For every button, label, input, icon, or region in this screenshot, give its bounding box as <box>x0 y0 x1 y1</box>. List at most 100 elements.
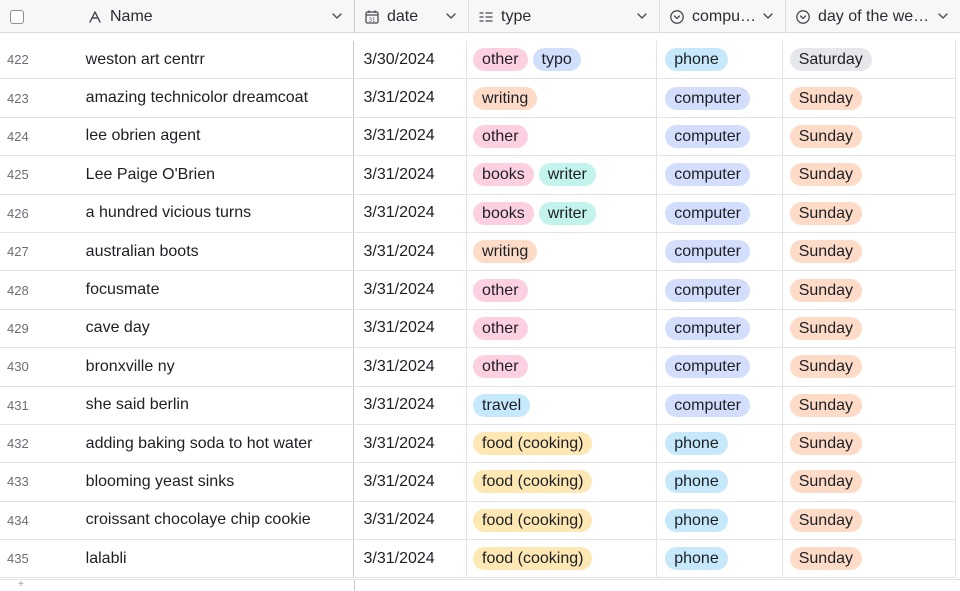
day-cell[interactable]: Saturday <box>783 41 956 79</box>
table-row[interactable]: 426 a hundred vicious turns 3/31/2024 books… <box>0 194 956 233</box>
computer-cell[interactable]: phone <box>657 424 783 463</box>
computer-cell[interactable]: computer <box>657 271 783 309</box>
table-row[interactable]: 427 australian boots 3/31/2024 writing compu… <box>0 232 956 272</box>
day-cell[interactable]: Sunday <box>783 463 956 501</box>
computer-cell[interactable]: phone <box>657 463 783 501</box>
date-cell[interactable]: 3/31/2024 <box>354 386 468 424</box>
computer-cell[interactable]: computer <box>657 194 783 232</box>
type-cell[interactable]: writing <box>467 232 658 271</box>
name-cell[interactable]: weston art centrr <box>80 41 354 79</box>
date-cell[interactable]: 3/31/2024 <box>354 117 468 156</box>
date-cell[interactable]: 3/31/2024 <box>354 424 468 463</box>
table-row[interactable]: 433 blooming yeast sinks 3/31/2024 food (co… <box>0 463 956 502</box>
day-cell[interactable]: Sunday <box>783 540 956 578</box>
table-row[interactable]: 429 cave day 3/31/2024 other computer Sunday <box>0 309 956 349</box>
name-cell[interactable]: croissant chocolaye chip cookie <box>80 501 354 540</box>
chevron-down-icon[interactable] <box>330 9 344 28</box>
computer-cell[interactable]: phone <box>657 540 783 578</box>
computer-tag: computer <box>665 240 750 264</box>
table-row[interactable]: 423 amazing technicolor dreamcoat 3/31/202… <box>0 79 956 118</box>
type-cell[interactable]: other <box>467 117 658 156</box>
table-row[interactable]: 432 adding baking soda to hot water 3/31/2… <box>0 424 956 464</box>
type-cell[interactable]: books writer <box>467 156 658 194</box>
chevron-down-icon[interactable] <box>936 9 950 28</box>
date-cell[interactable]: 3/31/2024 <box>354 194 468 232</box>
day-cell[interactable]: Sunday <box>783 386 956 424</box>
name-cell[interactable]: australian boots <box>80 232 354 271</box>
date-cell[interactable]: 3/31/2024 <box>354 463 468 501</box>
name-cell[interactable]: Lee Paige O'Brien <box>80 156 354 194</box>
column-header-date[interactable]: 31 date <box>355 0 469 33</box>
day-cell[interactable]: Sunday <box>783 232 956 271</box>
date-cell[interactable]: 3/31/2024 <box>354 309 468 348</box>
day-cell[interactable]: Sunday <box>783 348 956 386</box>
table-row[interactable]: 428 focusmate 3/31/2024 other computer Sunday <box>0 271 956 310</box>
computer-cell[interactable]: computer <box>657 386 783 424</box>
computer-cell[interactable]: computer <box>657 232 783 271</box>
day-tag: Saturday <box>789 48 872 72</box>
table-row[interactable]: 434 croissant chocolaye chip cookie 3/31/2… <box>0 501 956 541</box>
computer-cell[interactable]: computer <box>657 309 783 348</box>
computer-cell[interactable]: phone <box>657 41 783 79</box>
type-cell[interactable]: other <box>467 348 658 386</box>
plus-icon[interactable]: + <box>0 580 80 591</box>
day-cell[interactable]: Sunday <box>783 424 956 463</box>
computer-cell[interactable]: computer <box>657 156 783 194</box>
day-cell[interactable]: Sunday <box>783 117 956 156</box>
column-header-type[interactable]: type <box>469 0 660 33</box>
name-cell[interactable]: cave day <box>80 309 354 348</box>
name-cell[interactable]: lalabli <box>80 540 354 578</box>
name-cell[interactable]: amazing technicolor dreamcoat <box>80 79 354 117</box>
computer-cell[interactable]: computer <box>657 117 783 156</box>
date-cell[interactable]: 3/31/2024 <box>354 501 468 540</box>
name-cell[interactable]: she said berlin <box>80 386 354 424</box>
type-cell[interactable]: food (cooking) <box>467 424 658 463</box>
date-cell[interactable]: 3/30/2024 <box>354 41 468 79</box>
date-cell[interactable]: 3/31/2024 <box>354 271 468 309</box>
type-cell[interactable]: other typo <box>467 41 658 79</box>
add-record-name-cell[interactable] <box>80 580 355 591</box>
computer-cell[interactable]: computer <box>657 348 783 386</box>
computer-cell[interactable]: computer <box>657 79 783 117</box>
name-cell[interactable]: a hundred vicious turns <box>80 194 354 232</box>
name-cell[interactable]: lee obrien agent <box>80 117 354 156</box>
type-cell[interactable]: other <box>467 309 658 348</box>
name-cell[interactable]: focusmate <box>80 271 354 309</box>
day-cell[interactable]: Sunday <box>783 156 956 194</box>
day-cell[interactable]: Sunday <box>783 271 956 309</box>
select-all-checkbox[interactable] <box>10 9 24 24</box>
type-cell[interactable]: food (cooking) <box>467 501 658 540</box>
table-row[interactable]: 422 weston art centrr 3/30/2024 other typo ph… <box>0 41 956 80</box>
column-header-computer[interactable]: compu… <box>660 0 786 33</box>
computer-cell[interactable]: phone <box>657 501 783 540</box>
column-header-name[interactable]: Name <box>80 0 355 33</box>
name-cell[interactable]: blooming yeast sinks <box>80 463 354 501</box>
day-cell[interactable]: Sunday <box>783 501 956 540</box>
type-cell[interactable]: writing <box>467 79 658 117</box>
type-cell[interactable]: food (cooking) <box>467 540 658 578</box>
type-cell[interactable]: other <box>467 271 658 309</box>
table-row[interactable]: 431 she said berlin 3/31/2024 travel compute… <box>0 386 956 425</box>
chevron-down-icon[interactable] <box>635 9 649 28</box>
type-cell[interactable]: books writer <box>467 194 658 232</box>
chevron-down-icon[interactable] <box>761 9 775 28</box>
column-header-day[interactable]: day of the we… <box>786 0 960 33</box>
name-cell[interactable]: bronxville ny <box>80 348 354 386</box>
table-row[interactable]: 435 lalabli 3/31/2024 food (cooking) phone Su… <box>0 540 956 579</box>
day-cell[interactable]: Sunday <box>783 79 956 117</box>
type-cell[interactable]: travel <box>467 386 658 424</box>
table-row[interactable]: 430 bronxville ny 3/31/2024 other computer Su… <box>0 348 956 387</box>
chevron-down-icon[interactable] <box>444 9 458 28</box>
day-cell[interactable]: Sunday <box>783 194 956 232</box>
date-cell[interactable]: 3/31/2024 <box>354 348 468 386</box>
date-cell[interactable]: 3/31/2024 <box>354 232 468 271</box>
name-cell[interactable]: adding baking soda to hot water <box>80 424 354 463</box>
type-cell[interactable]: food (cooking) <box>467 463 658 501</box>
table-row[interactable]: 424 lee obrien agent 3/31/2024 other compute… <box>0 117 956 157</box>
date-cell[interactable]: 3/31/2024 <box>354 79 468 117</box>
add-record-row[interactable]: + <box>0 579 960 591</box>
day-cell[interactable]: Sunday <box>783 309 956 348</box>
date-cell[interactable]: 3/31/2024 <box>354 156 468 194</box>
date-cell[interactable]: 3/31/2024 <box>354 540 468 578</box>
table-row[interactable]: 425 Lee Paige O'Brien 3/31/2024 books writer… <box>0 156 956 195</box>
